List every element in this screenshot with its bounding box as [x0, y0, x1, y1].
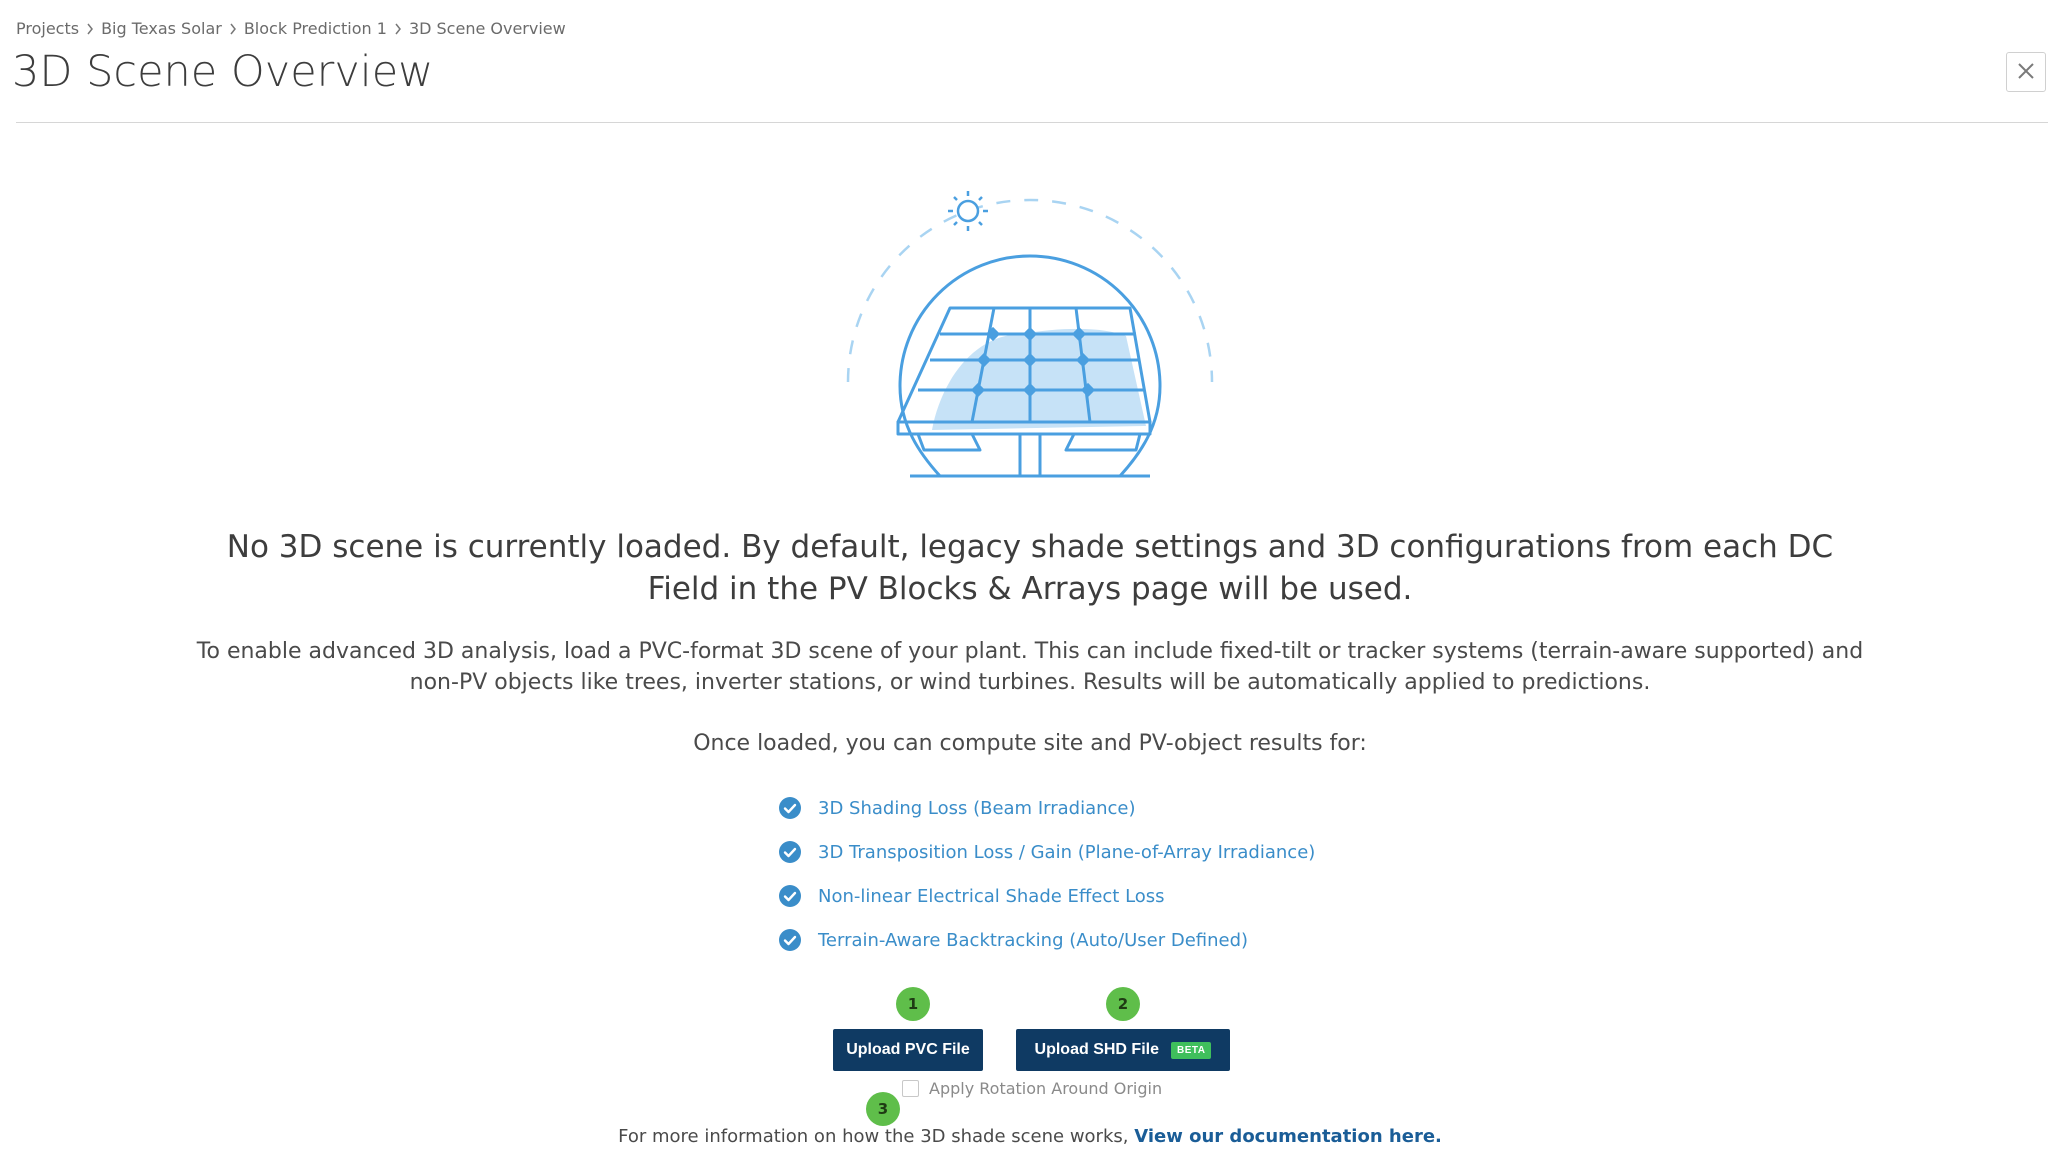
- check-circle-icon: [779, 929, 801, 951]
- upload-shd-label: Upload SHD File: [1034, 1041, 1159, 1058]
- chevron-right-icon: [222, 23, 244, 35]
- check-circle-icon: [779, 797, 801, 819]
- footer-text: For more information on how the 3D shade…: [618, 1126, 1129, 1147]
- upload-pvc-label: Upload PVC File: [846, 1041, 970, 1058]
- list-item: 3D Transposition Loss / Gain (Plane-of-A…: [778, 830, 1315, 874]
- header-divider: [16, 122, 2048, 123]
- list-item: Non-linear Electrical Shade Effect Loss: [778, 874, 1315, 918]
- step-badge-2: 2: [1106, 987, 1140, 1021]
- upload-pvc-button[interactable]: Upload PVC File: [833, 1029, 983, 1071]
- feature-label: 3D Transposition Loss / Gain (Plane-of-A…: [818, 841, 1316, 863]
- check-circle-icon: [779, 885, 801, 907]
- beta-badge: BETA: [1170, 1041, 1212, 1059]
- feature-label: Non-linear Electrical Shade Effect Loss: [818, 885, 1165, 907]
- empty-state-headline: No 3D scene is currently loaded. By defa…: [226, 529, 1834, 607]
- step-badge-3: 3: [866, 1092, 900, 1126]
- close-icon: [2016, 61, 2036, 84]
- breadcrumb-projects[interactable]: Projects: [16, 19, 79, 38]
- upload-shd-button[interactable]: Upload SHD File BETA: [1016, 1029, 1230, 1071]
- step-badge-1: 1: [896, 987, 930, 1021]
- feature-label: 3D Shading Loss (Beam Irradiance): [818, 797, 1136, 819]
- check-circle-icon: [779, 841, 801, 863]
- breadcrumb-project[interactable]: Big Texas Solar: [101, 19, 222, 38]
- features-intro: Once loaded, you can compute site and PV…: [693, 731, 1367, 756]
- breadcrumb-current: 3D Scene Overview: [408, 19, 566, 38]
- feature-label: Terrain-Aware Backtracking (Auto/User De…: [818, 929, 1249, 951]
- sun-icon: [948, 191, 988, 231]
- breadcrumb-prediction[interactable]: Block Prediction 1: [244, 19, 387, 38]
- empty-state-description: To enable advanced 3D analysis, load a P…: [196, 639, 1864, 695]
- breadcrumb: Projects Big Texas Solar Block Predictio…: [16, 19, 566, 38]
- footer-help-text: For more information on how the 3D shade…: [190, 1126, 1870, 1147]
- list-item: 3D Shading Loss (Beam Irradiance): [778, 786, 1315, 830]
- close-button[interactable]: [2006, 52, 2046, 92]
- list-item: Terrain-Aware Backtracking (Auto/User De…: [778, 918, 1315, 962]
- apply-rotation-label[interactable]: Apply Rotation Around Origin: [929, 1079, 1162, 1098]
- page-title: 3D Scene Overview: [12, 47, 434, 97]
- apply-rotation-checkbox[interactable]: [902, 1080, 919, 1097]
- chevron-right-icon: [79, 23, 101, 35]
- feature-list: 3D Shading Loss (Beam Irradiance) 3D Tra…: [778, 786, 1315, 962]
- apply-rotation-row: Apply Rotation Around Origin: [902, 1079, 1162, 1098]
- chevron-right-icon: [387, 23, 409, 35]
- documentation-link[interactable]: View our documentation here.: [1134, 1126, 1442, 1147]
- solar-panel-sun-illustration: [840, 186, 1220, 494]
